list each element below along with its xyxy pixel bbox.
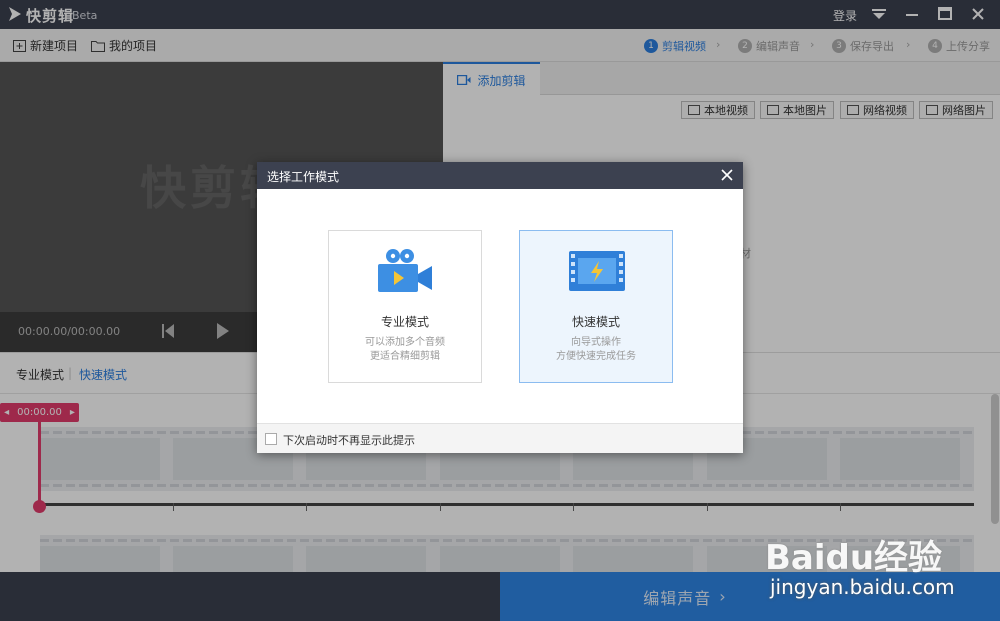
card-title: 专业模式 <box>380 315 429 329</box>
baidu-watermark-url: jingyan.baidu.com <box>770 575 955 599</box>
dialog-footer: 下次启动时不再显示此提示 <box>257 423 743 453</box>
card-desc-line: 向导式操作 <box>571 337 621 348</box>
card-title: 快速模式 <box>571 315 620 329</box>
dont-show-checkbox[interactable] <box>265 433 277 445</box>
dialog-title: 选择工作模式 <box>267 170 340 184</box>
pro-mode-card[interactable]: 专业模式 可以添加多个音频 更适合精细剪辑 <box>328 230 482 383</box>
card-desc-line: 可以添加多个音频 <box>365 337 445 348</box>
dialog-close-icon[interactable] <box>717 165 737 185</box>
film-camera-icon <box>378 249 432 292</box>
card-desc-line: 方便快速完成任务 <box>556 351 636 362</box>
baidu-watermark-logo: Baidu经验 <box>765 538 943 578</box>
dont-show-label[interactable]: 下次启动时不再显示此提示 <box>283 432 415 448</box>
work-mode-dialog: 选择工作模式 专业模式 可以添加多个音频 更适合精细剪辑 快速模式 向导式操作 … <box>257 162 743 453</box>
card-desc-line: 更适合精细剪辑 <box>370 351 440 362</box>
dialog-header: 选择工作模式 <box>257 162 743 189</box>
film-strip-flash-icon <box>569 251 625 291</box>
quick-mode-card[interactable]: 快速模式 向导式操作 方便快速完成任务 <box>519 230 673 383</box>
